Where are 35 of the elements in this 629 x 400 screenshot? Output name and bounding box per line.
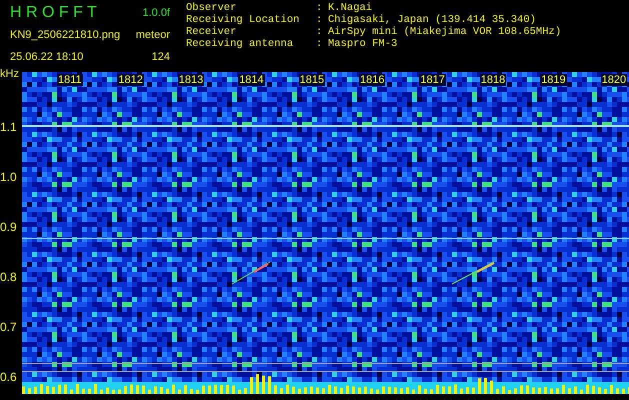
frequency-label: 1815 bbox=[298, 74, 326, 86]
axis-label: 0.9 bbox=[0, 220, 17, 234]
frequency-label: 1814 bbox=[238, 74, 265, 86]
unit-label: kHz bbox=[0, 68, 19, 80]
info-label: Receiving antenna bbox=[186, 38, 294, 50]
frequency-label: 1819 bbox=[540, 74, 567, 86]
frequency-label: 1811 bbox=[57, 74, 83, 86]
frequency-label: 1817 bbox=[419, 74, 446, 86]
axis-label: 0.7 bbox=[0, 320, 17, 334]
info-value: Chigasaki, Japan (139.414 35.340) bbox=[328, 14, 537, 26]
frequency-label: 1813 bbox=[178, 74, 204, 86]
info-separator: : bbox=[316, 26, 324, 38]
info-label: Receiving Location bbox=[186, 14, 300, 26]
app-title: H R O F F T bbox=[10, 4, 97, 22]
axis-label: 1.0 bbox=[0, 170, 17, 184]
frequency-label: 1820 bbox=[600, 74, 628, 86]
info-value: AirSpy mini (Miakejima VOR 108.65MHz) bbox=[328, 26, 562, 38]
axis-label: 1.1 bbox=[0, 120, 17, 134]
version-label: 1.0.0f bbox=[142, 7, 170, 19]
axis-label: 0.6 bbox=[0, 370, 17, 384]
frequency-label: 1812 bbox=[117, 74, 144, 86]
info-value: K.Nagai bbox=[328, 2, 374, 14]
info-label: Receiver bbox=[186, 26, 238, 38]
count-label: 124 bbox=[150, 51, 170, 63]
frequency-label: 1816 bbox=[359, 74, 386, 86]
mode-label: meteor bbox=[134, 29, 170, 41]
axis-label: 0.8 bbox=[0, 270, 17, 284]
info-separator: : bbox=[316, 38, 324, 50]
frequency-label: 1818 bbox=[480, 74, 506, 86]
datetime-label: 25.06.22 18:10 bbox=[10, 51, 84, 63]
info-separator: : bbox=[316, 14, 324, 26]
info-separator: : bbox=[316, 2, 324, 14]
filename-label: KN9_2506221810.png bbox=[10, 29, 122, 41]
info-value: Maspro FM-3 bbox=[328, 38, 398, 50]
info-label: Observer bbox=[186, 2, 238, 14]
